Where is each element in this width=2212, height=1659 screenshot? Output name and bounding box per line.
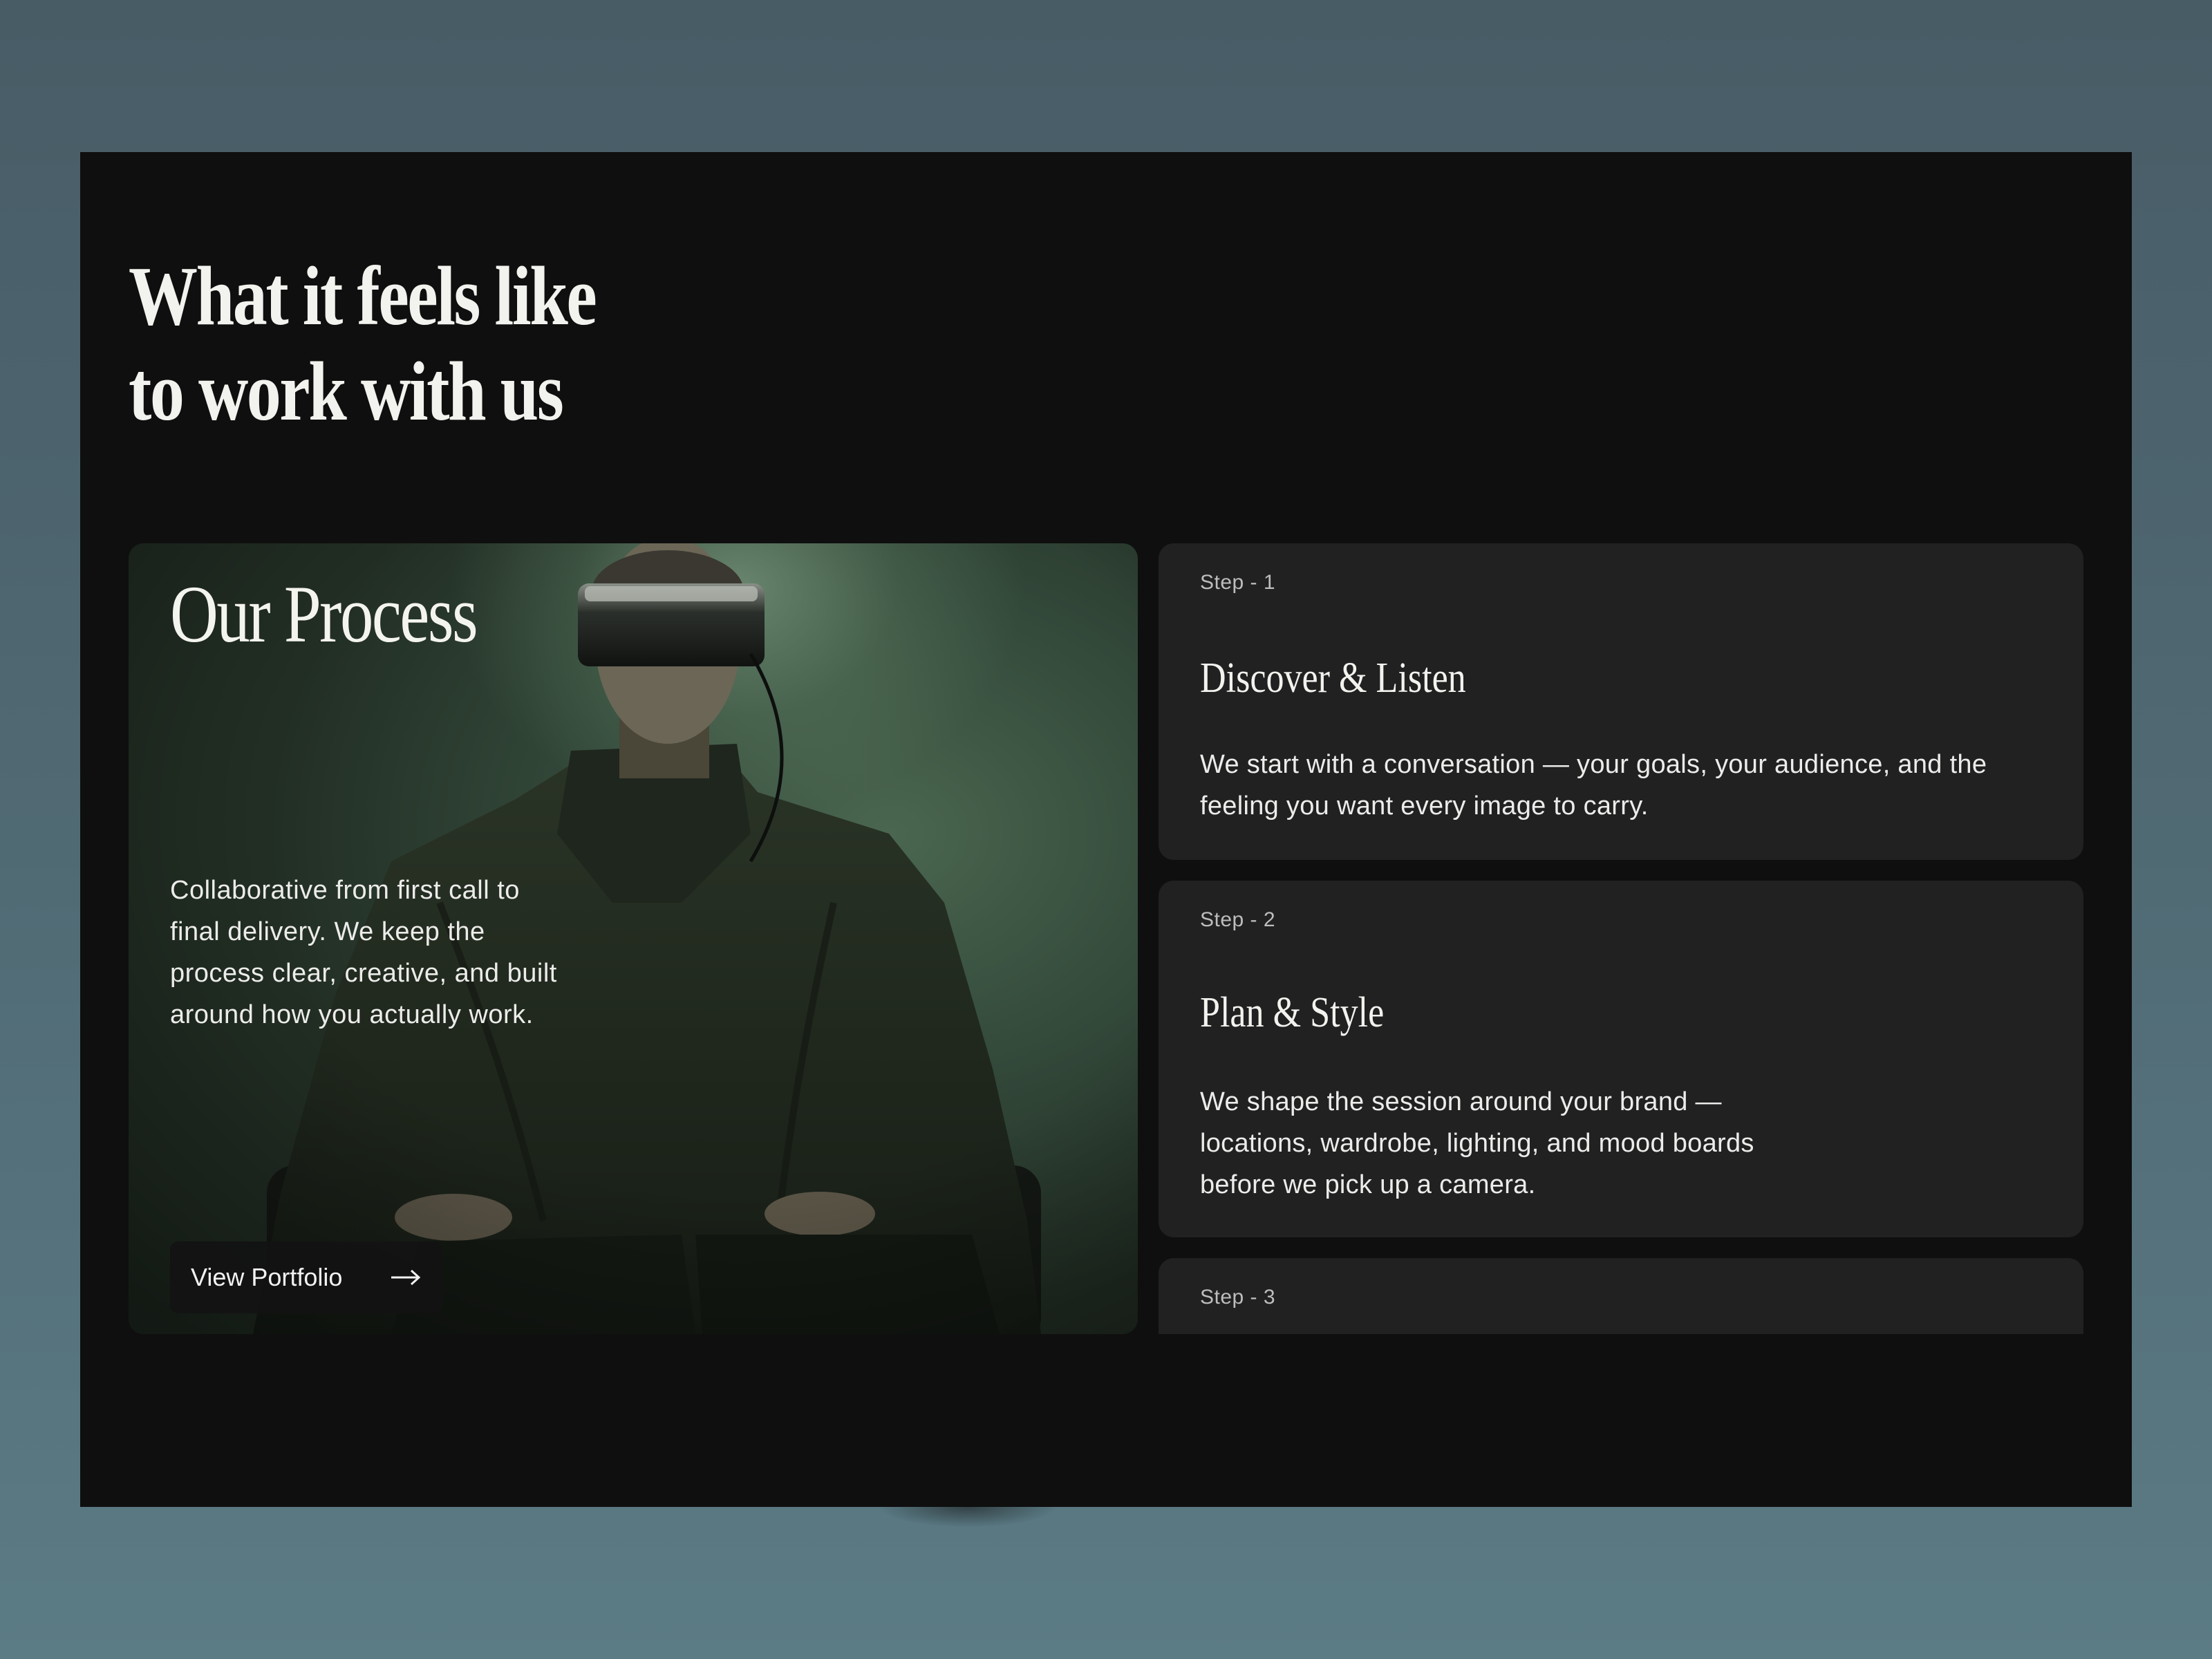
step-card-3: Step - 3 bbox=[1159, 1258, 2083, 1334]
step-title: Discover & Listen bbox=[1200, 655, 1466, 702]
view-portfolio-label: View Portfolio bbox=[191, 1263, 343, 1291]
step-description: We shape the session around your brand —… bbox=[1200, 1087, 1754, 1199]
step-card-2: Step - 2 Plan & Style We shape the sessi… bbox=[1159, 881, 2083, 1237]
step-title: Plan & Style bbox=[1200, 989, 1385, 1036]
process-title: Our Process bbox=[170, 569, 478, 659]
process-card: Our Process Collaborative from first cal… bbox=[129, 543, 1138, 1334]
step-description: We start with a conversation — your goal… bbox=[1200, 750, 1987, 821]
step-label: Step - 1 bbox=[1200, 571, 1276, 594]
step-label: Step - 3 bbox=[1200, 1286, 1276, 1309]
section-frame: What it feels like to work with us Our P… bbox=[80, 152, 2132, 1507]
headline-line-1: What it feels like bbox=[129, 250, 597, 343]
process-content: Our Process Collaborative from first cal… bbox=[129, 543, 2083, 1334]
headline-line-2: to work with us bbox=[129, 345, 564, 438]
steps-list: Step - 1 Discover & Listen We start with… bbox=[1159, 543, 2083, 1334]
arrow-right-icon bbox=[391, 1269, 421, 1286]
section-headline: What it feels like to work with us bbox=[129, 249, 597, 440]
view-portfolio-button[interactable]: View Portfolio bbox=[170, 1241, 442, 1313]
process-description: Collaborative from first call to final d… bbox=[170, 876, 557, 1029]
step-label: Step - 2 bbox=[1200, 908, 1276, 931]
step-card-1: Step - 1 Discover & Listen We start with… bbox=[1159, 543, 2083, 860]
